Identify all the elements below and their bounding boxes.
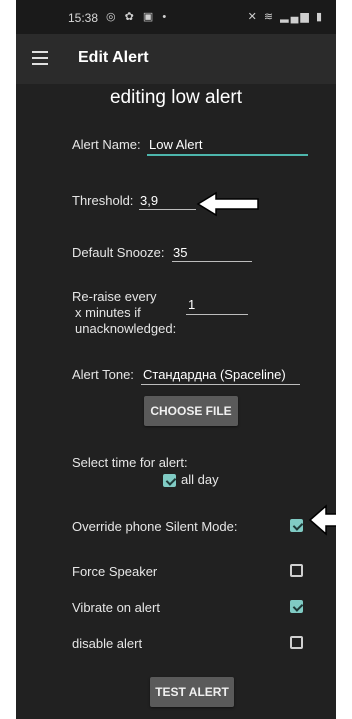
disable-alert-label: disable alert	[72, 636, 143, 651]
alert-name-input[interactable]: Low Alert	[149, 137, 202, 154]
signal-battery-icons: ✕ ≋ ▂▄▆ ▮	[247, 11, 324, 23]
snooze-input[interactable]: 35	[173, 245, 187, 262]
tone-label: Alert Tone:	[72, 367, 134, 382]
menu-icon[interactable]	[32, 51, 48, 65]
threshold-input[interactable]: 3,9	[140, 193, 158, 210]
app-bar: Edit Alert	[16, 34, 336, 84]
threshold-label: Threshold:	[72, 193, 134, 208]
vibrate-checkbox[interactable]	[290, 600, 303, 613]
vibrate-label: Vibrate on alert	[72, 600, 160, 615]
arrow-left-icon	[308, 504, 336, 536]
snooze-underline	[172, 261, 252, 262]
reraise-input[interactable]: 1	[188, 297, 195, 314]
arrow-left-icon	[196, 191, 259, 217]
reraise-label-line3: unacknowledged:	[75, 321, 177, 336]
force-speaker-label: Force Speaker	[72, 564, 158, 579]
status-time: 15:38	[68, 11, 99, 25]
snooze-label: Default Snooze:	[72, 245, 165, 260]
all-day-checkbox[interactable]	[163, 474, 176, 487]
all-day-label: all day	[181, 472, 219, 487]
choose-file-button[interactable]: CHOOSE FILE	[144, 396, 238, 426]
reraise-underline	[186, 314, 248, 315]
reraise-label-line2: x minutes if	[75, 305, 141, 320]
status-bar: 15:38 ◎ ✿ ▣ • ✕ ≋ ▂▄▆ ▮	[16, 0, 336, 34]
page-heading: editing low alert	[109, 87, 243, 108]
tone-value[interactable]: Стандардна (Spaceline)	[143, 367, 286, 384]
force-speaker-checkbox[interactable]	[290, 564, 303, 577]
select-time-label: Select time for alert:	[72, 455, 188, 470]
alert-name-label: Alert Name:	[72, 137, 141, 152]
override-silent-checkbox[interactable]	[290, 519, 303, 532]
notification-icons: ◎ ✿ ▣ •	[106, 11, 170, 23]
disable-alert-checkbox[interactable]	[290, 636, 303, 649]
threshold-underline	[139, 209, 196, 210]
alert-name-underline	[147, 154, 308, 156]
phone-screen: 15:38 ◎ ✿ ▣ • ✕ ≋ ▂▄▆ ▮ Edit Alert editi…	[16, 0, 336, 719]
reraise-label-line1: Re-raise every	[72, 289, 157, 304]
test-alert-button[interactable]: TEST ALERT	[150, 677, 234, 707]
app-bar-title: Edit Alert	[78, 49, 149, 66]
tone-underline	[141, 384, 300, 385]
override-silent-label: Override phone Silent Mode:	[72, 519, 238, 534]
